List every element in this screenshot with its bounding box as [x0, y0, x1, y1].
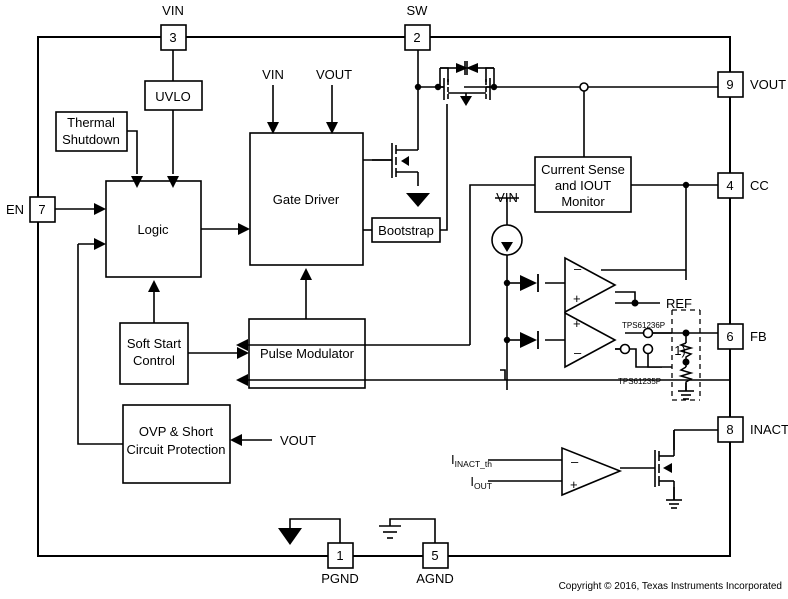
- ground-net: [289, 518, 436, 543]
- svg-text:IOUT: IOUT: [470, 474, 492, 491]
- inact-input-labels: IINACT_th IOUT: [451, 452, 492, 491]
- arrow-cc-pulse: [236, 374, 248, 386]
- block-label-ovp-1: OVP & Short: [139, 424, 214, 439]
- pin-number-2: 2: [413, 30, 420, 45]
- arrow-logic-gate: [238, 223, 250, 235]
- pin-number-9: 9: [726, 77, 733, 92]
- pin-number-3: 3: [169, 30, 176, 45]
- gate-driver-supply-inputs: [272, 85, 333, 126]
- block-label-bootstrap: Bootstrap: [378, 223, 434, 238]
- pin-label-inact: INACT: [750, 422, 788, 437]
- pin-number-4: 4: [726, 178, 733, 193]
- comparator-inact-minus: –: [571, 454, 579, 469]
- gate-driver-to-lowside-fet: [363, 104, 448, 231]
- signal-label-ovp-vout: VOUT: [280, 433, 316, 448]
- lowside-nmos: [378, 143, 419, 186]
- pin-number-1: 1: [336, 548, 343, 563]
- block-label-current-sense-3: Monitor: [561, 194, 605, 209]
- pin-label-cc: CC: [750, 178, 769, 193]
- comparator-cc-plus: +: [573, 291, 581, 306]
- inact-th-label-sub: INACT_th: [455, 459, 493, 469]
- note-marker-label: 1): [674, 343, 686, 358]
- diode-lower: [520, 332, 537, 348]
- lowside-body-diode: [401, 156, 430, 207]
- iout-label-sub: OUT: [474, 481, 492, 491]
- comparator-fb-plus: +: [573, 316, 581, 331]
- agnd-symbol: [379, 525, 401, 539]
- pin-number-6: 6: [726, 329, 733, 344]
- switch-pole-tps61235p: [642, 343, 654, 355]
- block-label-ovp-2: Circuit Protection: [127, 442, 226, 457]
- arrow-ovp-logic: [94, 238, 106, 250]
- signal-label-ref: REF: [666, 296, 692, 311]
- signal-label-gate-vout: VOUT: [316, 67, 352, 82]
- pin-name-labels: VIN SW EN VOUT CC FB INACT PGND AGND: [6, 3, 788, 586]
- pin-label-fb: FB: [750, 329, 767, 344]
- pin-label-sw: SW: [407, 3, 429, 18]
- svg-text:IINACT_th: IINACT_th: [451, 452, 492, 469]
- arrow-en-logic: [94, 203, 106, 215]
- pin-label-en: EN: [6, 202, 24, 217]
- pin-number-5: 5: [431, 548, 438, 563]
- vout-sense-node: [579, 82, 589, 92]
- pin-label-agnd: AGND: [416, 571, 454, 586]
- variant-label-tps61236p: TPS61236P: [622, 321, 665, 330]
- diode-upper: [520, 275, 537, 291]
- block-label-uvlo: UVLO: [155, 89, 190, 104]
- pin-label-vout: VOUT: [750, 77, 786, 92]
- pgnd-symbol: [278, 528, 302, 545]
- pin-label-pgnd: PGND: [321, 571, 359, 586]
- inact-nmos-body-diode: [663, 463, 672, 473]
- comparator-cc-minus: –: [574, 261, 582, 276]
- pin-number-8: 8: [726, 422, 733, 437]
- signal-label-gate-vin: VIN: [262, 67, 284, 82]
- block-label-soft-start-1: Soft Start: [127, 336, 182, 351]
- arrow-softstart-logic: [148, 280, 160, 292]
- switch-common-node: [619, 343, 631, 355]
- function-blocks: [55, 80, 632, 484]
- copyright-notice: Copyright © 2016, Texas Instruments Inco…: [559, 581, 782, 592]
- block-label-pulse-modulator: Pulse Modulator: [260, 346, 355, 361]
- block-label-current-sense-2: and IOUT: [555, 178, 611, 193]
- fb-resistor-lower: [678, 366, 694, 386]
- block-label-thermal-2: Shutdown: [62, 132, 120, 147]
- fb-divider-ground: [678, 386, 694, 400]
- pgnd-symbol-lowside: [406, 193, 430, 207]
- pin-label-vin: VIN: [162, 3, 184, 18]
- block-diagram-canvas: 3 2 7 9 4 6 8 1 5 VIN SW EN VOUT CC FB I…: [0, 0, 788, 599]
- pin-boxes: [29, 24, 744, 569]
- arrow-pulse-gate: [300, 268, 312, 280]
- comparator-inact-plus: +: [570, 477, 578, 492]
- comparator-fb-minus: –: [574, 345, 582, 360]
- variant-label-tps61235p: TPS61235P: [618, 377, 661, 386]
- diagram-svg: 3 2 7 9 4 6 8 1 5 VIN SW EN VOUT CC FB I…: [6, 3, 788, 592]
- block-label-thermal-1: Thermal: [67, 115, 115, 130]
- backtoback-pmos-pair: [438, 67, 495, 100]
- block-label-current-sense-1: Current Sense: [541, 162, 625, 177]
- block-label-logic: Logic: [137, 222, 169, 237]
- arrow-vout-ovp: [230, 434, 242, 446]
- thermal-to-logic: [127, 130, 138, 174]
- inact-ground-symbol: [666, 499, 682, 509]
- variant-selector-switch: [615, 327, 672, 368]
- signal-label-csrc-vin: VIN: [496, 190, 518, 205]
- pin-number-7: 7: [38, 202, 45, 217]
- block-label-gate-driver: Gate Driver: [273, 192, 340, 207]
- block-label-soft-start-2: Control: [133, 353, 175, 368]
